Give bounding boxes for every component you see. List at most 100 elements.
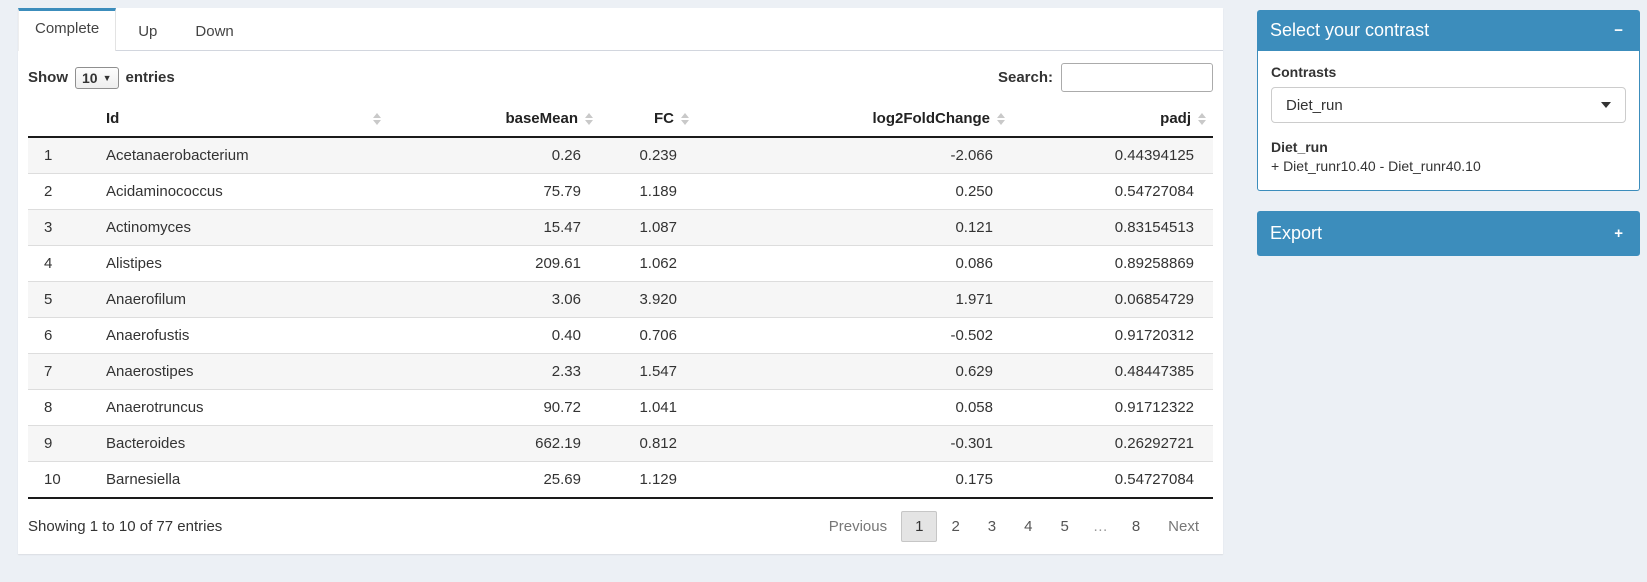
cell-lfc: 0.629 [696, 354, 1012, 390]
cell-fc: 3.920 [600, 282, 696, 318]
pagination: Previous 12345…8 Next [815, 511, 1213, 542]
cell-bm: 15.47 [388, 210, 600, 246]
cell-num: 8 [28, 390, 98, 426]
pagination-previous[interactable]: Previous [815, 511, 901, 542]
pagination-page-4[interactable]: 4 [1010, 511, 1046, 542]
table-row[interactable]: 6Anaerofustis0.400.706-0.5020.91720312 [28, 318, 1213, 354]
table-row[interactable]: 4Alistipes209.611.0620.0860.89258869 [28, 246, 1213, 282]
table-row[interactable]: 8Anaerotruncus90.721.0410.0580.91712322 [28, 390, 1213, 426]
cell-lfc: 0.058 [696, 390, 1012, 426]
table-row[interactable]: 3Actinomyces15.471.0870.1210.83154513 [28, 210, 1213, 246]
tab-content: Show 10 ▼ entries Search: Id [18, 51, 1223, 554]
cell-fc: 0.706 [600, 318, 696, 354]
cell-padj: 0.48447385 [1012, 354, 1213, 390]
pagination-page-5[interactable]: 5 [1046, 511, 1082, 542]
column-header-fc[interactable]: FC [600, 102, 696, 137]
contrast-select[interactable]: Diet_run [1271, 87, 1626, 123]
pagination-page-3[interactable]: 3 [974, 511, 1010, 542]
side-panel: Select your contrast − Contrasts Diet_ru… [1257, 10, 1640, 276]
cell-fc: 0.812 [600, 426, 696, 462]
cell-fc: 1.547 [600, 354, 696, 390]
cell-num: 2 [28, 174, 98, 210]
cell-lfc: 0.086 [696, 246, 1012, 282]
cell-bm: 662.19 [388, 426, 600, 462]
sort-icon [373, 113, 381, 125]
pagination-page-1[interactable]: 1 [901, 511, 937, 542]
results-card: Complete Up Down Show 10 ▼ entries Searc… [18, 8, 1223, 554]
cell-padj: 0.91712322 [1012, 390, 1213, 426]
cell-id: Barnesiella [98, 462, 388, 499]
sort-icon [585, 113, 593, 125]
cell-lfc: 0.175 [696, 462, 1012, 499]
contrast-box: Select your contrast − Contrasts Diet_ru… [1257, 10, 1640, 191]
collapse-minus-icon[interactable]: − [1610, 21, 1627, 40]
table-row[interactable]: 5Anaerofilum3.063.9201.9710.06854729 [28, 282, 1213, 318]
cell-bm: 0.26 [388, 137, 600, 174]
tab-down[interactable]: Down [179, 8, 249, 51]
page-length-select[interactable]: 10 ▼ [75, 67, 119, 89]
cell-num: 5 [28, 282, 98, 318]
table-header-row: Id baseMean FC log2FoldChange [28, 102, 1213, 137]
tab-complete[interactable]: Complete [18, 8, 116, 51]
contrast-select-value: Diet_run [1286, 97, 1343, 114]
cell-padj: 0.91720312 [1012, 318, 1213, 354]
cell-bm: 25.69 [388, 462, 600, 499]
table-toolbar: Show 10 ▼ entries Search: [28, 63, 1213, 92]
column-header-basemean[interactable]: baseMean [388, 102, 600, 137]
cell-lfc: 1.971 [696, 282, 1012, 318]
table-row[interactable]: 2Acidaminococcus75.791.1890.2500.5472708… [28, 174, 1213, 210]
cell-fc: 1.129 [600, 462, 696, 499]
column-header-padj[interactable]: padj [1012, 102, 1213, 137]
pagination-page-2[interactable]: 2 [937, 511, 973, 542]
column-header-rownum [28, 102, 98, 137]
cell-lfc: -0.502 [696, 318, 1012, 354]
cell-padj: 0.26292721 [1012, 426, 1213, 462]
show-label: Show [28, 69, 68, 86]
cell-id: Anaerotruncus [98, 390, 388, 426]
results-table: Id baseMean FC log2FoldChange [28, 102, 1213, 499]
table-info: Showing 1 to 10 of 77 entries [28, 518, 222, 535]
table-row[interactable]: 1Acetanaerobacterium0.260.239-2.0660.443… [28, 137, 1213, 174]
contrast-formula: + Diet_runr10.40 - Diet_runr40.10 [1271, 158, 1626, 174]
search-input[interactable] [1061, 63, 1213, 92]
export-box-header: Export + [1257, 211, 1640, 256]
contrasts-label: Contrasts [1271, 64, 1626, 80]
cell-id: Bacteroides [98, 426, 388, 462]
pagination-page-8[interactable]: 8 [1118, 511, 1154, 542]
export-box: Export + [1257, 211, 1640, 256]
entries-label: entries [126, 69, 175, 86]
caret-down-icon: ▼ [103, 73, 112, 83]
cell-padj: 0.89258869 [1012, 246, 1213, 282]
cell-id: Alistipes [98, 246, 388, 282]
column-header-label: FC [654, 110, 674, 127]
cell-padj: 0.44394125 [1012, 137, 1213, 174]
pagination-ellipsis: … [1083, 511, 1118, 542]
cell-id: Acidaminococcus [98, 174, 388, 210]
table-row[interactable]: 7Anaerostipes2.331.5470.6290.48447385 [28, 354, 1213, 390]
cell-fc: 1.189 [600, 174, 696, 210]
column-header-label: padj [1160, 110, 1191, 127]
expand-plus-icon[interactable]: + [1610, 224, 1627, 243]
cell-num: 9 [28, 426, 98, 462]
cell-bm: 90.72 [388, 390, 600, 426]
table-row[interactable]: 10Barnesiella25.691.1290.1750.54727084 [28, 462, 1213, 499]
tab-up[interactable]: Up [122, 8, 173, 51]
table-row[interactable]: 9Bacteroides662.190.812-0.3010.26292721 [28, 426, 1213, 462]
contrast-name: Diet_run [1271, 139, 1626, 155]
cell-fc: 1.041 [600, 390, 696, 426]
cell-bm: 2.33 [388, 354, 600, 390]
column-header-id[interactable]: Id [98, 102, 388, 137]
cell-padj: 0.83154513 [1012, 210, 1213, 246]
cell-fc: 0.239 [600, 137, 696, 174]
column-header-log2foldchange[interactable]: log2FoldChange [696, 102, 1012, 137]
cell-padj: 0.06854729 [1012, 282, 1213, 318]
pagination-pages: 12345…8 [901, 511, 1154, 542]
cell-bm: 209.61 [388, 246, 600, 282]
column-header-label: Id [106, 110, 119, 127]
tab-bar: Complete Up Down [18, 8, 1223, 51]
cell-padj: 0.54727084 [1012, 462, 1213, 499]
search-label: Search: [998, 69, 1053, 86]
cell-fc: 1.087 [600, 210, 696, 246]
cell-lfc: 0.121 [696, 210, 1012, 246]
pagination-next[interactable]: Next [1154, 511, 1213, 542]
